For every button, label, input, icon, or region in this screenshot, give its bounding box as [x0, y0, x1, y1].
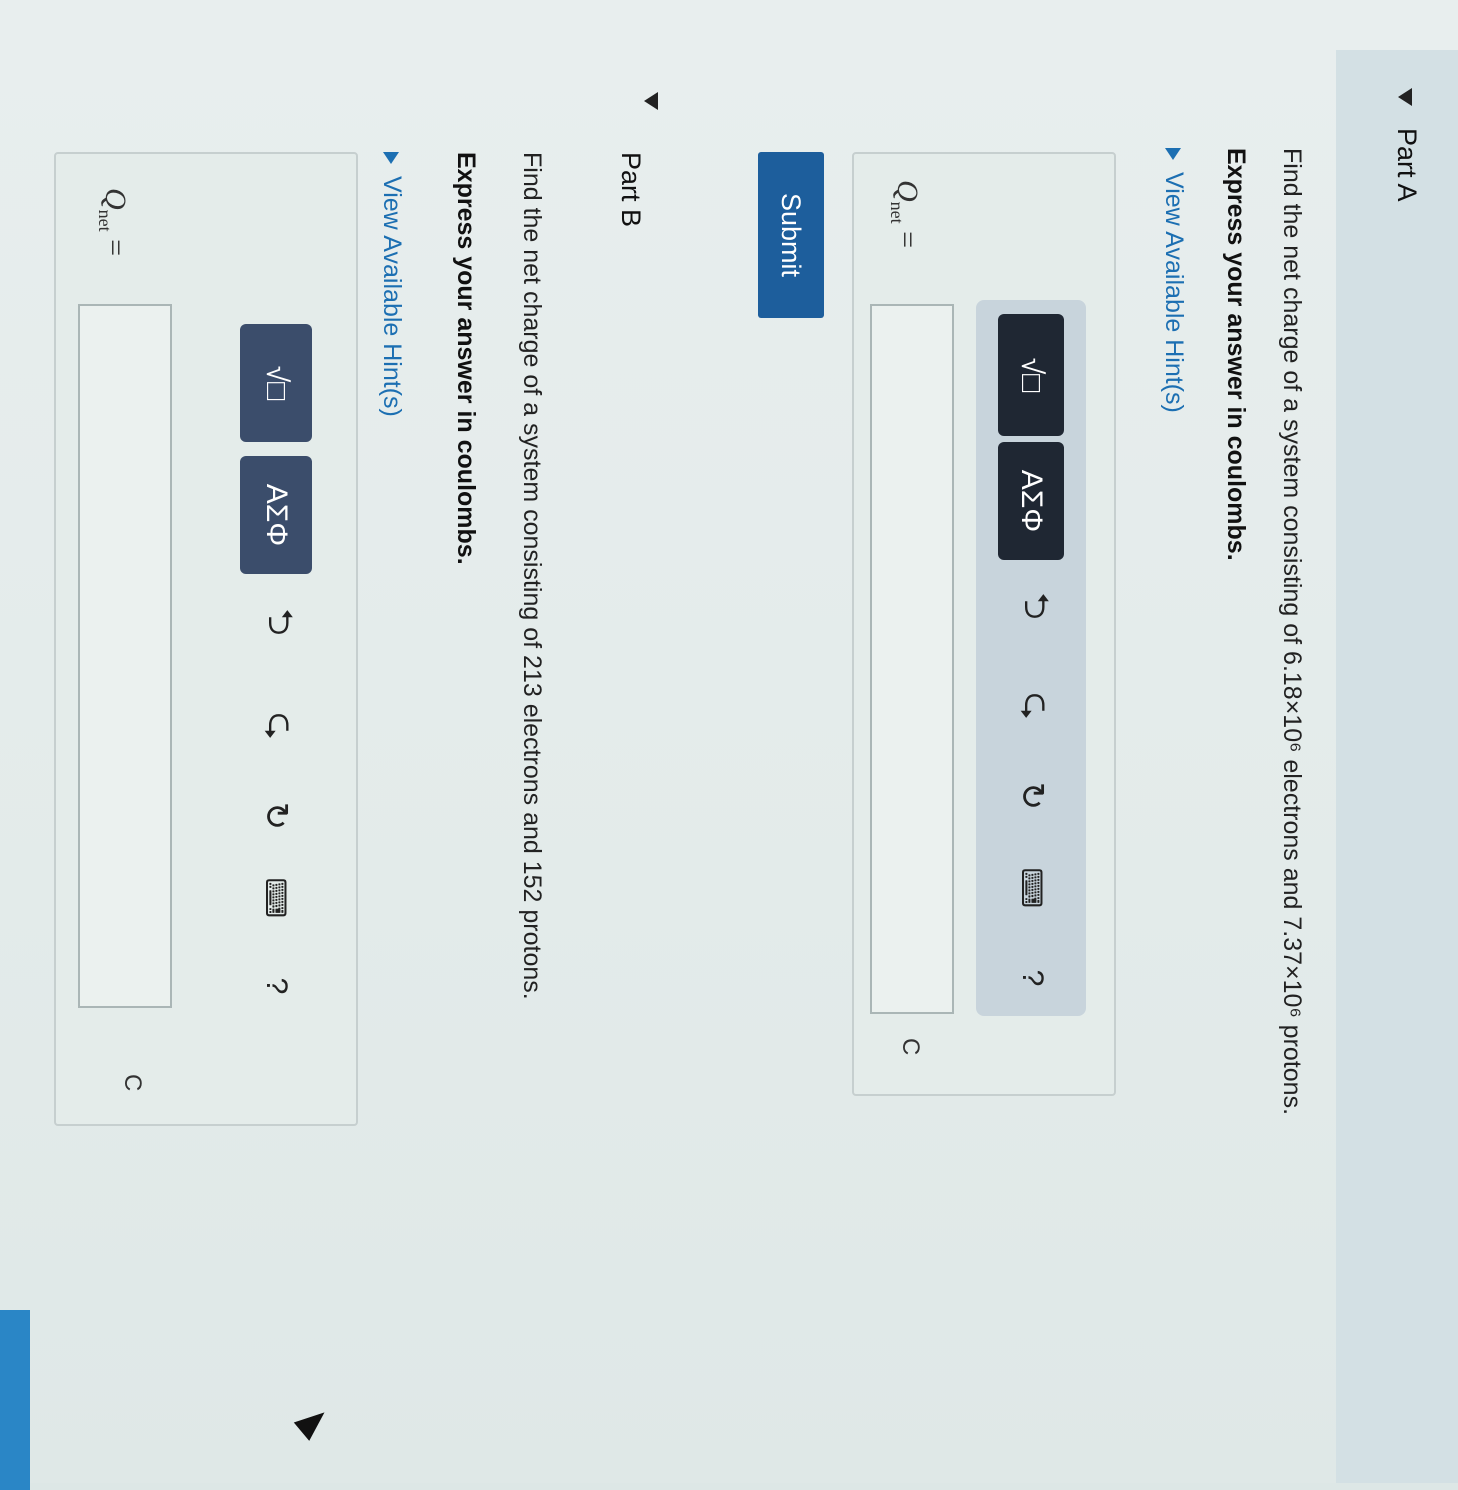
- hint-expand-icon: [1165, 148, 1182, 160]
- problem-page: Part A Find the net charge of a system c…: [0, 0, 1458, 1490]
- part-a-hint-link[interactable]: View Available Hint(s): [1159, 148, 1188, 413]
- part-a-instruction: Express your answer in coulombs.: [1222, 148, 1250, 561]
- part-b-qnet-label: Qnet =: [95, 188, 132, 257]
- part-a-hint-label: View Available Hint(s): [1160, 172, 1188, 413]
- help-button[interactable]: ?: [256, 966, 296, 1006]
- part-a-title[interactable]: Part A: [1391, 128, 1422, 202]
- reset-icon[interactable]: ↻: [256, 796, 296, 836]
- redo-icon[interactable]: ⮎: [1012, 686, 1056, 726]
- help-button[interactable]: ?: [1012, 958, 1052, 998]
- part-b-hint-link[interactable]: View Available Hint(s): [377, 152, 406, 417]
- part-a-caret-icon[interactable]: [1398, 88, 1412, 106]
- template-button[interactable]: √□: [240, 324, 312, 442]
- undo-icon[interactable]: ⮌: [256, 602, 300, 642]
- keyboard-icon[interactable]: ⌨: [1012, 868, 1052, 908]
- undo-icon[interactable]: ⮌: [1012, 586, 1056, 626]
- part-a-header[interactable]: [1336, 50, 1458, 1483]
- part-b-math-toolbar: √□ ΑΣΦ ⮌ ⮎ ↻ ⌨ ?: [236, 312, 326, 994]
- part-b-unit: C: [119, 1074, 146, 1092]
- part-a-math-toolbar: √□ ΑΣΦ ⮌ ⮎ ↻ ⌨ ?: [976, 300, 1086, 1016]
- keyboard-icon[interactable]: ⌨: [256, 878, 296, 918]
- reset-icon[interactable]: ↻: [1012, 776, 1052, 816]
- greek-symbols-button[interactable]: ΑΣΦ: [998, 442, 1064, 560]
- submit-button[interactable]: Submit: [758, 152, 824, 318]
- part-b-instruction: Express your answer in coulombs.: [452, 152, 480, 565]
- mouse-cursor-icon: [293, 1403, 333, 1441]
- part-b-question: Find the net charge of a system consisti…: [518, 152, 546, 1000]
- redo-icon[interactable]: ⮎: [256, 706, 300, 746]
- part-b-answer-input[interactable]: [78, 304, 172, 1008]
- part-a-unit: C: [897, 1038, 924, 1056]
- part-b-title[interactable]: Part B: [615, 152, 646, 227]
- template-icon: √□: [260, 365, 293, 401]
- template-button[interactable]: √□: [998, 314, 1064, 436]
- part-b-answer-box: √□ ΑΣΦ ⮌ ⮎ ↻ ⌨ ? Qnet = C: [54, 152, 358, 1126]
- part-a-question: Find the net charge of a system consisti…: [1278, 148, 1306, 1116]
- template-icon: √□: [1015, 357, 1048, 393]
- hint-expand-icon: [383, 152, 400, 164]
- part-a-answer-box: √□ ΑΣΦ ⮌ ⮎ ↻ ⌨ ? Qnet = C: [852, 152, 1116, 1096]
- side-panel-tab[interactable]: [0, 1310, 30, 1490]
- greek-symbols-button[interactable]: ΑΣΦ: [240, 456, 312, 574]
- greek-label: ΑΣΦ: [1015, 469, 1048, 533]
- part-a-answer-input[interactable]: [870, 304, 954, 1014]
- part-b-caret-icon[interactable]: [644, 92, 658, 110]
- greek-label: ΑΣΦ: [260, 483, 293, 547]
- part-b-hint-label: View Available Hint(s): [378, 176, 406, 417]
- part-a-qnet-label: Qnet =: [887, 180, 924, 249]
